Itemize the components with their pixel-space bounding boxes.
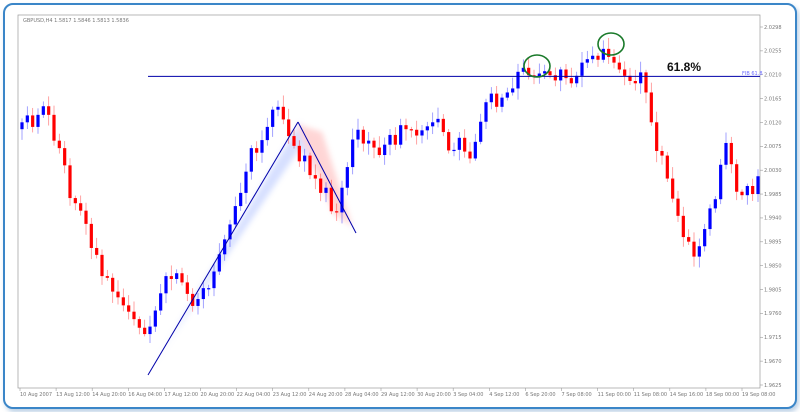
y-tick-label: 1.9670 [764,359,782,365]
x-tick-label: 6 Sep 20:00 [525,392,555,398]
y-tick-label: 1.9895 [764,240,782,246]
x-tick-label: 7 Sep 08:00 [562,392,592,398]
x-tick-label: 17 Aug 12:00 [164,392,198,398]
x-tick-label: 24 Aug 20:00 [309,392,343,398]
y-tick-label: 2.0255 [764,49,782,55]
y-tick-label: 1.9985 [764,192,782,198]
price-axis: 2.0298 2.0255 2.0210 2.0165 2.0120 2.0075 2.00… [760,25,782,389]
x-tick-label: 13 Aug 12:00 [56,392,90,398]
x-tick-label: 16 Aug 04:00 [128,392,162,398]
y-tick-label: 1.9940 [764,216,782,222]
x-tick-label: 23 Aug 12:00 [273,392,307,398]
y-tick-label: 2.0298 [764,25,782,31]
x-tick-label: 11 Sep 08:00 [634,392,667,398]
x-tick-label: 20 Aug 20:00 [201,392,235,398]
x-tick-label: 14 Aug 20:00 [92,392,126,398]
y-tick-label: 2.0120 [764,120,782,126]
x-tick-label: 22 Aug 04:00 [237,392,271,398]
y-tick-label: 1.9715 [764,335,782,341]
candlestick-chart: 2.0298 2.0255 2.0210 2.0165 2.0120 2.0075 2.00… [17,14,782,398]
x-tick-label: 29 Aug 12:00 [381,392,415,398]
x-tick-label: 30 Aug 20:00 [417,392,451,398]
y-tick-label: 2.0165 [764,96,782,102]
candle [447,128,451,154]
x-tick-label: 11 Sep 00:00 [598,392,631,398]
x-tick-label: 3 Sep 04:00 [453,392,483,398]
fib-level-label: 61.8% [667,60,701,74]
x-tick-label: 28 Aug 04:00 [345,392,379,398]
fib-axis-tag: FIB 61.8 [742,71,763,77]
x-tick-label: 18 Sep 00:00 [706,392,739,398]
plot-area [17,14,761,389]
y-tick-label: 1.9625 [764,383,782,389]
x-tick-label: 14 Sep 16:00 [670,392,703,398]
x-tick-label: 10 Aug 2007 [20,392,52,398]
candle [665,151,669,183]
symbol-header: GBPUSD,H4 1.5817 1.5846 1.5813 1.5836 [23,18,129,24]
x-tick-label: 19 Sep 08:00 [742,392,775,398]
x-tick-label: 4 Sep 12:00 [489,392,519,398]
time-axis: 10 Aug 2007 13 Aug 12:00 14 Aug 20:00 16 Au… [19,388,775,398]
y-tick-label: 1.9805 [764,287,782,293]
y-tick-label: 2.0075 [764,144,782,150]
candle [719,158,723,205]
y-tick-label: 1.9760 [764,311,782,317]
y-tick-label: 2.0030 [764,168,782,174]
y-tick-label: 1.9850 [764,263,782,269]
y-tick-label: 2.0210 [764,73,782,79]
